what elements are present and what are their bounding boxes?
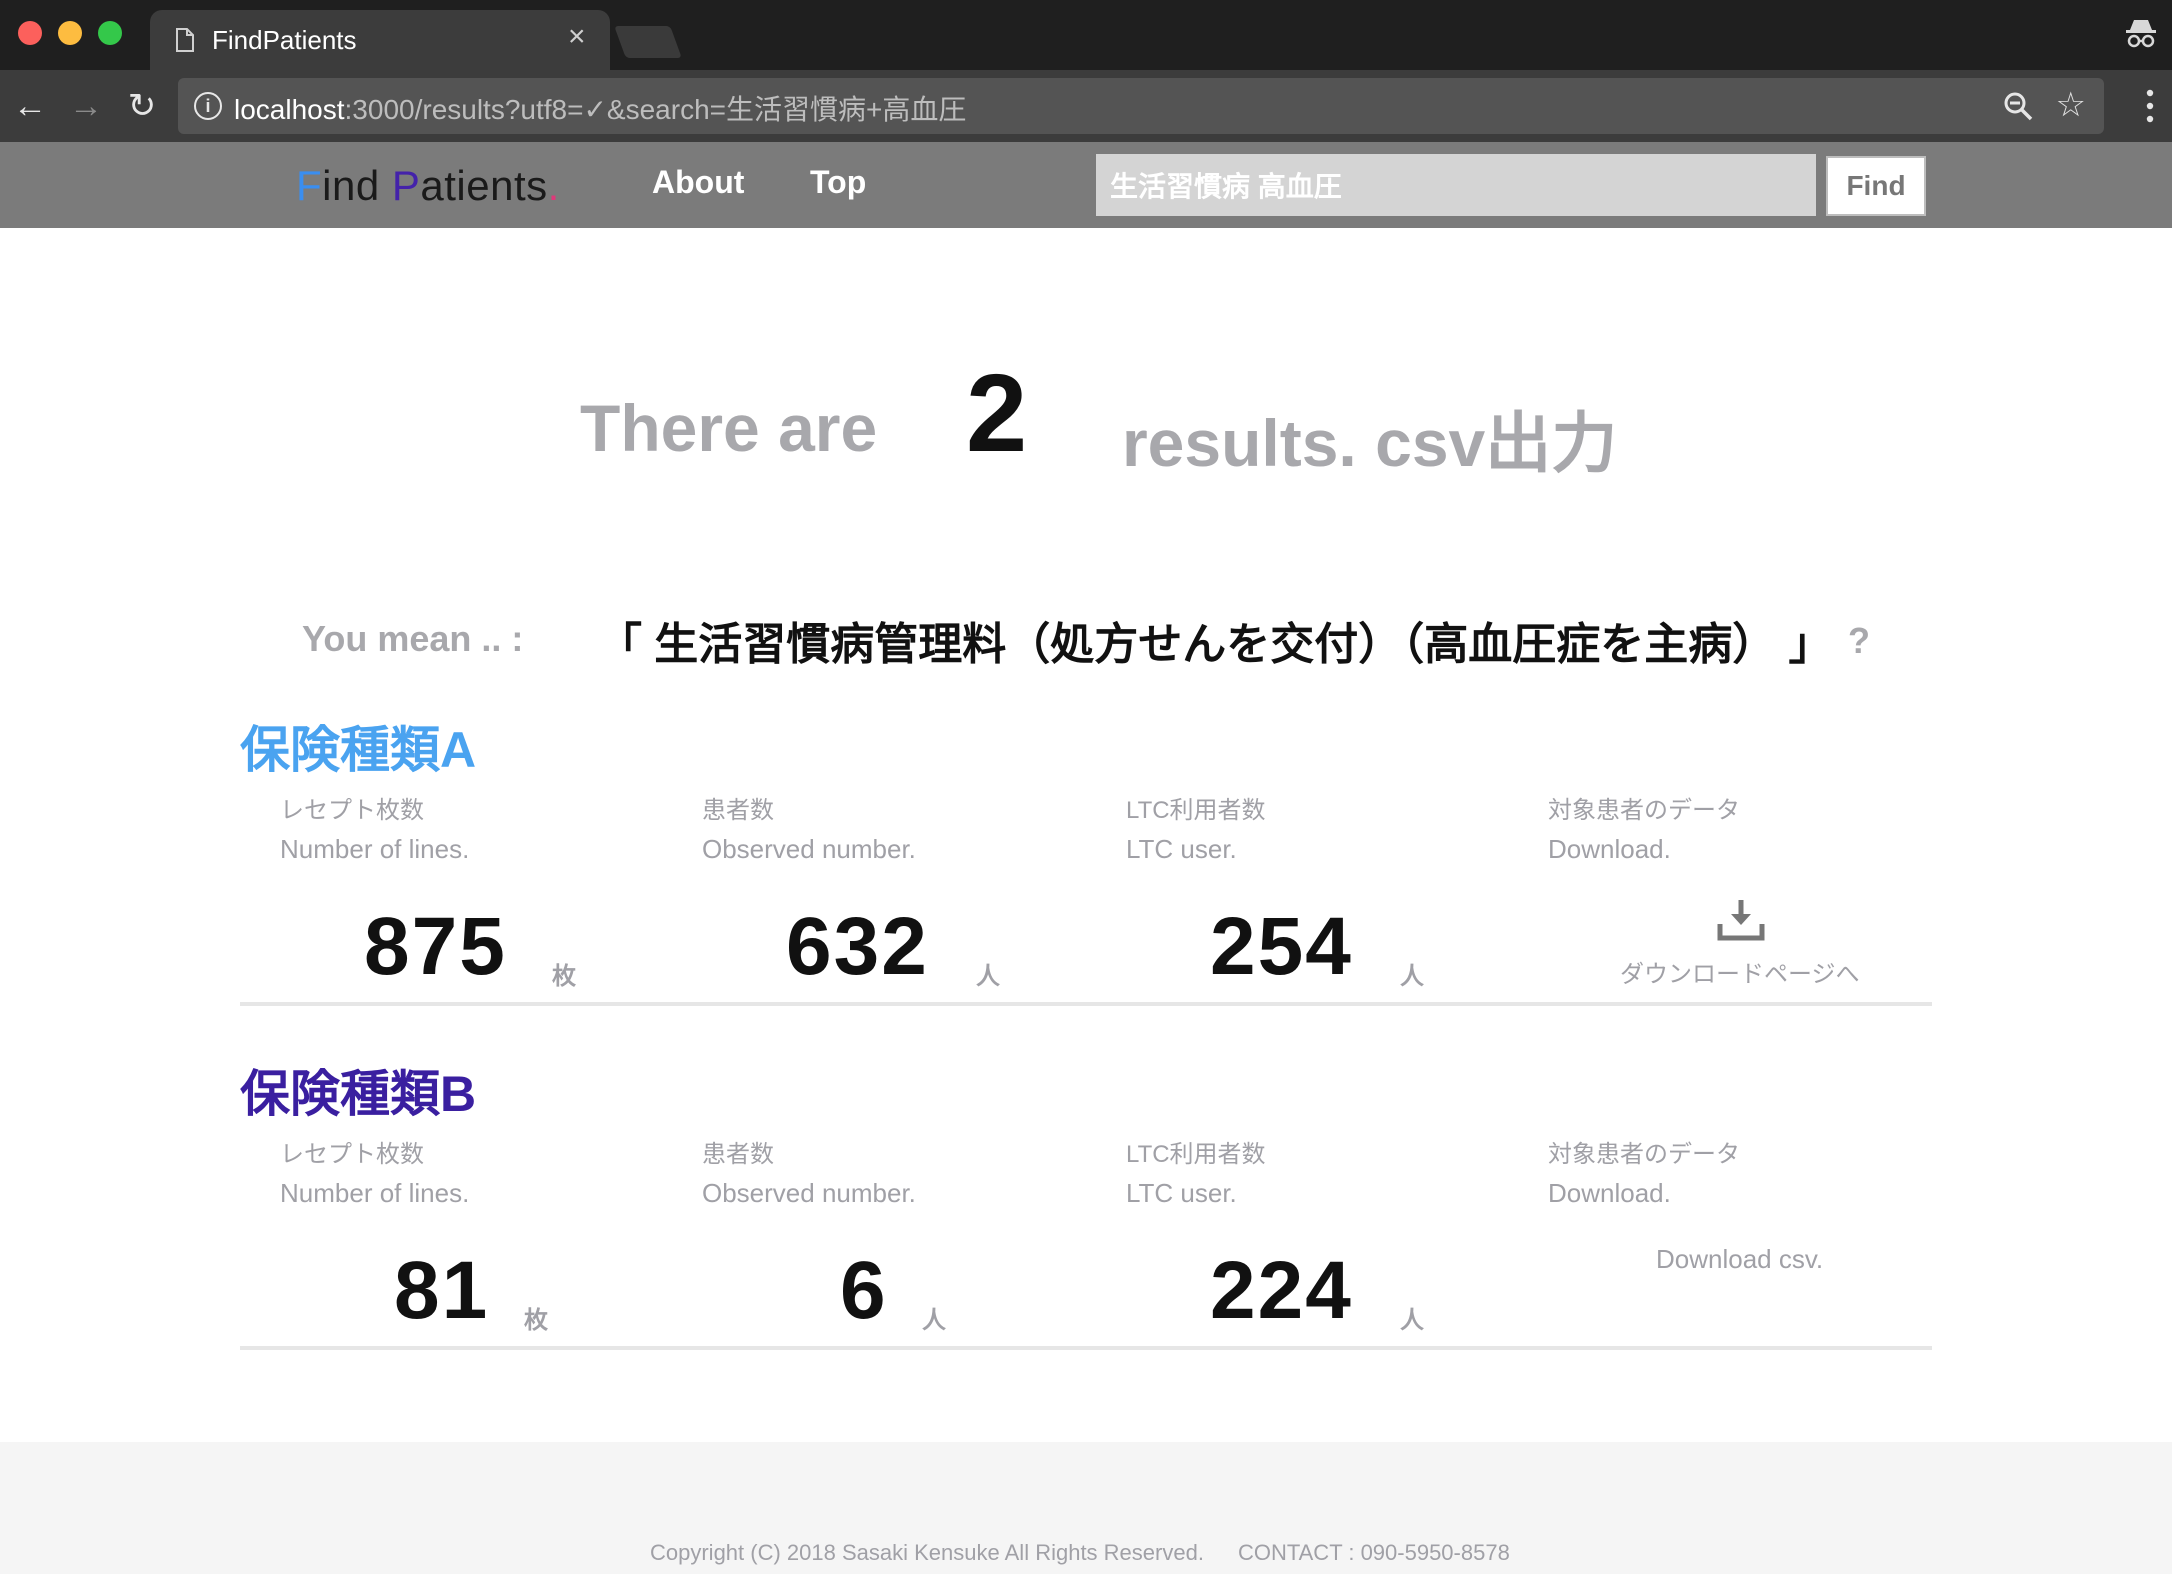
ltc-count-b: 224	[1210, 1245, 1353, 1336]
bookmark-star-icon[interactable]: ☆	[2056, 86, 2086, 124]
observed-unit-b: 人	[922, 1307, 946, 1334]
ltc-count-a: 254	[1210, 901, 1353, 992]
nav-link-about[interactable]: About	[652, 164, 744, 201]
logo-dot: .	[547, 162, 560, 209]
column-label-en: LTC user.	[1126, 834, 1237, 864]
url-host: localhost	[234, 94, 345, 125]
url-path: :3000/results?utf8=✓&search=生活習慣病+高血圧	[344, 94, 967, 125]
column-observed-a: 患者数 Observed number.	[702, 790, 1102, 865]
ltc-unit-b: 人	[1400, 1307, 1424, 1334]
observed-count-a: 632	[786, 901, 929, 992]
copyright-text: Copyright (C) 2018 Sasaki Kensuke All Ri…	[650, 1540, 1204, 1565]
column-label-jp: 患者数	[702, 797, 774, 824]
column-label-jp: 対象患者のデータ	[1548, 1141, 1740, 1168]
browser-tab[interactable]: FindPatients ×	[150, 10, 610, 70]
maximize-window-button[interactable]	[98, 21, 122, 45]
zoom-icon[interactable]	[2002, 90, 2034, 122]
lines-unit-b: 枚	[524, 1307, 548, 1334]
kebab-menu-icon[interactable]	[2146, 88, 2154, 124]
section-divider-a	[240, 1002, 1932, 1006]
column-ltc-a: LTC利用者数 LTC user.	[1126, 790, 1526, 865]
browser-toolbar: ← → ↻ i localhost:3000/results?utf8=✓&se…	[0, 70, 2172, 142]
find-button[interactable]: Find	[1826, 156, 1926, 216]
column-label-en: Number of lines.	[280, 834, 470, 864]
column-label-en: Download.	[1548, 1178, 1671, 1208]
section-title-a: 保険種類A	[240, 722, 477, 778]
browser-tab-bar: FindPatients ×	[0, 0, 2172, 70]
results-summary: There are 2 results. csv出力	[0, 350, 2172, 480]
minimize-window-button[interactable]	[58, 21, 82, 45]
section-divider-b	[240, 1346, 1932, 1350]
column-lines-b: レセプト枚数 Number of lines.	[280, 1134, 680, 1209]
column-label-jp: レセプト枚数	[280, 1141, 424, 1168]
column-download-b: 対象患者のデータ Download.	[1548, 1134, 1948, 1209]
back-arrow-icon[interactable]: ←	[12, 88, 48, 124]
lines-count-a: 875	[364, 901, 507, 992]
lines-count-b: 81	[394, 1245, 490, 1336]
url-text[interactable]: localhost:3000/results?utf8=✓&search=生活習…	[234, 88, 966, 128]
column-ltc-b: LTC利用者数 LTC user.	[1126, 1134, 1526, 1209]
contact-text: CONTACT : 090-5950-8578	[1237, 1540, 1510, 1565]
page-icon	[176, 28, 194, 52]
column-label-jp: LTC利用者数	[1126, 797, 1266, 824]
info-icon[interactable]: i	[194, 92, 222, 120]
ltc-unit-a: 人	[1400, 963, 1424, 990]
column-label-en: Observed number.	[702, 834, 916, 864]
column-label-en: Number of lines.	[280, 1178, 470, 1208]
logo-text-ind: ind	[322, 162, 392, 209]
incognito-icon	[2126, 20, 2156, 48]
results-count: 2	[966, 352, 1028, 475]
site-navbar: Find Patients. About Top Find	[0, 142, 2172, 228]
observed-count-b: 6	[840, 1245, 888, 1336]
column-observed-b: 患者数 Observed number.	[702, 1134, 1102, 1209]
column-label-jp: レセプト枚数	[280, 797, 424, 824]
suggestion-text[interactable]: 「 生活習慣病管理料（処方せんを交付）（高血圧症を主病） 」	[598, 608, 1832, 672]
lines-unit-a: 枚	[552, 963, 576, 990]
column-label-en: Observed number.	[702, 1178, 916, 1208]
download-csv-link[interactable]: Download csv.	[1656, 1244, 1823, 1275]
column-label-en: Download.	[1548, 834, 1671, 864]
forward-arrow-icon[interactable]: →	[68, 88, 104, 124]
footer: Copyright (C) 2018 Sasaki Kensuke All Ri…	[0, 1442, 2172, 1574]
help-question-icon[interactable]: ?	[1848, 620, 1870, 662]
download-page-link[interactable]: ダウンロードページへ	[1620, 954, 1860, 989]
search-input[interactable]	[1096, 154, 1816, 216]
column-label-jp: 対象患者のデータ	[1548, 797, 1740, 824]
nav-link-top[interactable]: Top	[810, 164, 866, 201]
footer-text: Copyright (C) 2018 Sasaki Kensuke All Ri…	[650, 1540, 1544, 1566]
logo-letter-f: F	[296, 162, 323, 209]
column-label-en: LTC user.	[1126, 1178, 1237, 1208]
observed-unit-a: 人	[976, 963, 1000, 990]
reload-icon[interactable]: ↻	[124, 88, 160, 124]
site-logo[interactable]: Find Patients.	[296, 162, 560, 210]
logo-text-atients: atients	[420, 162, 548, 209]
logo-letter-p: P	[391, 162, 421, 209]
new-tab-button[interactable]	[614, 26, 682, 58]
column-download-a: 対象患者のデータ Download.	[1548, 790, 1948, 865]
column-label-jp: LTC利用者数	[1126, 1141, 1266, 1168]
column-lines-a: レセプト枚数 Number of lines.	[280, 790, 680, 865]
results-prefix: There are	[580, 391, 878, 465]
close-window-button[interactable]	[18, 21, 42, 45]
address-bar[interactable]: i localhost:3000/results?utf8=✓&search=生…	[178, 78, 2104, 134]
section-title-b: 保険種類B	[240, 1066, 477, 1122]
column-label-jp: 患者数	[702, 1141, 774, 1168]
results-suffix-csv-link[interactable]: results. csv出力	[1122, 390, 1617, 486]
download-icon[interactable]	[1716, 898, 1766, 942]
you-mean-label: You mean .. :	[302, 618, 524, 659]
tab-title: FindPatients	[212, 25, 357, 55]
close-tab-icon[interactable]: ×	[568, 22, 586, 52]
